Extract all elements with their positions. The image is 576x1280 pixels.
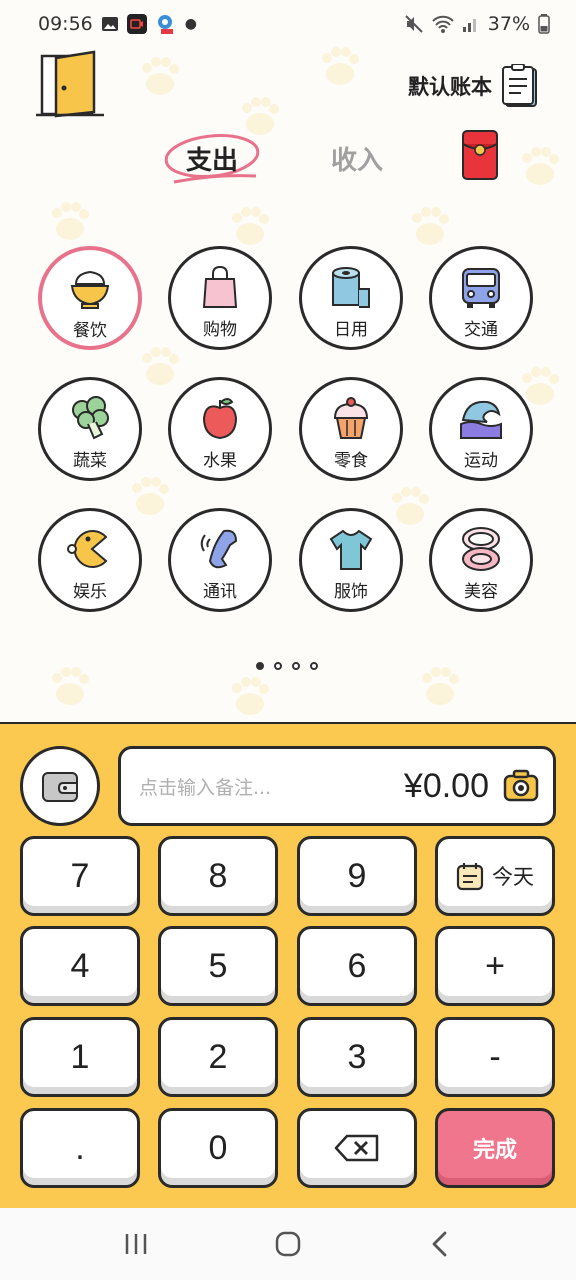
- red-packet-icon[interactable]: [462, 130, 498, 180]
- gallery-icon: [101, 15, 119, 33]
- key-minus[interactable]: -: [435, 1017, 555, 1097]
- cupcake-icon: [333, 397, 369, 439]
- amount-display: ¥0.00: [403, 766, 489, 805]
- category-entertainment[interactable]: 娱乐: [38, 508, 142, 612]
- rice-bowl-icon: [70, 270, 110, 309]
- page-dot: [256, 662, 264, 670]
- category-label: 娱乐: [73, 582, 107, 602]
- system-navigation-bar: [0, 1208, 576, 1280]
- key-2[interactable]: 2: [158, 1017, 278, 1097]
- recent-apps-icon[interactable]: [120, 1228, 152, 1260]
- key-dot[interactable]: .: [20, 1108, 140, 1188]
- status-time: 09:56: [38, 13, 93, 35]
- wallet-icon: [42, 772, 78, 802]
- category-label: 运动: [464, 451, 498, 471]
- category-shopping[interactable]: 购物: [168, 246, 272, 350]
- category-label: 日用: [334, 320, 368, 340]
- category-clothing[interactable]: 服饰: [299, 508, 403, 612]
- tissue-roll-icon: [332, 267, 370, 308]
- category-communication[interactable]: 通讯: [168, 508, 272, 612]
- exit-door-icon[interactable]: [34, 48, 106, 120]
- category-transport[interactable]: 交通: [429, 246, 533, 350]
- account-book-label: 默认账本: [408, 75, 492, 99]
- date-today-button[interactable]: 今天: [435, 836, 555, 916]
- wifi-icon: [432, 14, 454, 34]
- pacman-icon: [67, 530, 108, 568]
- category-vegetables[interactable]: 蔬菜: [38, 377, 142, 481]
- category-label: 服饰: [334, 582, 368, 602]
- mute-icon: [404, 14, 424, 34]
- battery-icon: [538, 14, 550, 34]
- battery-percent: 37%: [487, 13, 530, 35]
- tab-income[interactable]: 收入: [331, 140, 383, 177]
- signal-icon: [462, 15, 480, 33]
- category-label: 零食: [334, 451, 368, 471]
- wave-icon: [460, 400, 502, 439]
- bus-icon: [462, 268, 500, 308]
- apple-icon: [202, 398, 238, 440]
- status-bar: 09:56 ● 37%: [0, 0, 576, 48]
- category-label: 交通: [464, 320, 498, 340]
- account-book-selector[interactable]: 默认账本: [408, 64, 542, 108]
- category-label: 美容: [464, 582, 498, 602]
- page-dot: [274, 662, 282, 670]
- page-indicator: [256, 662, 318, 670]
- date-today-label: 今天: [492, 866, 534, 889]
- done-button[interactable]: 完成: [435, 1108, 555, 1188]
- category-beauty[interactable]: 美容: [429, 508, 533, 612]
- category-sports[interactable]: 运动: [429, 377, 533, 481]
- camera-icon[interactable]: [503, 768, 539, 804]
- backspace-icon: [334, 1134, 379, 1162]
- note-amount-field[interactable]: 点击输入备注... ¥0.00: [118, 746, 556, 826]
- broccoli-icon: [72, 396, 109, 440]
- app-notification-icon: [155, 13, 177, 35]
- key-0[interactable]: 0: [158, 1108, 278, 1188]
- more-notifications-icon: ●: [184, 16, 197, 32]
- category-food[interactable]: 餐饮: [38, 246, 142, 350]
- wallet-button[interactable]: [20, 746, 100, 826]
- backspace-button[interactable]: [297, 1108, 417, 1188]
- category-label: 餐饮: [73, 321, 107, 341]
- key-8[interactable]: 8: [158, 836, 278, 916]
- tab-expense[interactable]: 支出: [186, 140, 238, 177]
- category-label: 水果: [203, 451, 237, 471]
- tshirt-icon: [329, 529, 373, 570]
- back-icon[interactable]: [424, 1228, 456, 1260]
- category-label: 购物: [203, 320, 237, 340]
- home-icon[interactable]: [272, 1228, 304, 1260]
- key-9[interactable]: 9: [297, 836, 417, 916]
- category-snacks[interactable]: 零食: [299, 377, 403, 481]
- key-1[interactable]: 1: [20, 1017, 140, 1097]
- category-label: 蔬菜: [73, 451, 107, 471]
- key-plus[interactable]: +: [435, 926, 555, 1006]
- page-dot: [310, 662, 318, 670]
- category-label: 通讯: [203, 582, 237, 602]
- category-daily[interactable]: 日用: [299, 246, 403, 350]
- key-5[interactable]: 5: [158, 926, 278, 1006]
- screen-record-icon: [126, 14, 147, 34]
- clipboard-icon: [502, 64, 537, 107]
- key-4[interactable]: 4: [20, 926, 140, 1006]
- note-input[interactable]: 点击输入备注...: [139, 773, 404, 800]
- category-fruit[interactable]: 水果: [168, 377, 272, 481]
- compact-mirror-icon: [462, 527, 500, 571]
- page-dot: [292, 662, 300, 670]
- key-6[interactable]: 6: [297, 926, 417, 1006]
- key-7[interactable]: 7: [20, 836, 140, 916]
- phone-icon: [200, 529, 238, 569]
- calendar-icon: [456, 863, 484, 891]
- key-3[interactable]: 3: [297, 1017, 417, 1097]
- shopping-bag-icon: [202, 265, 238, 308]
